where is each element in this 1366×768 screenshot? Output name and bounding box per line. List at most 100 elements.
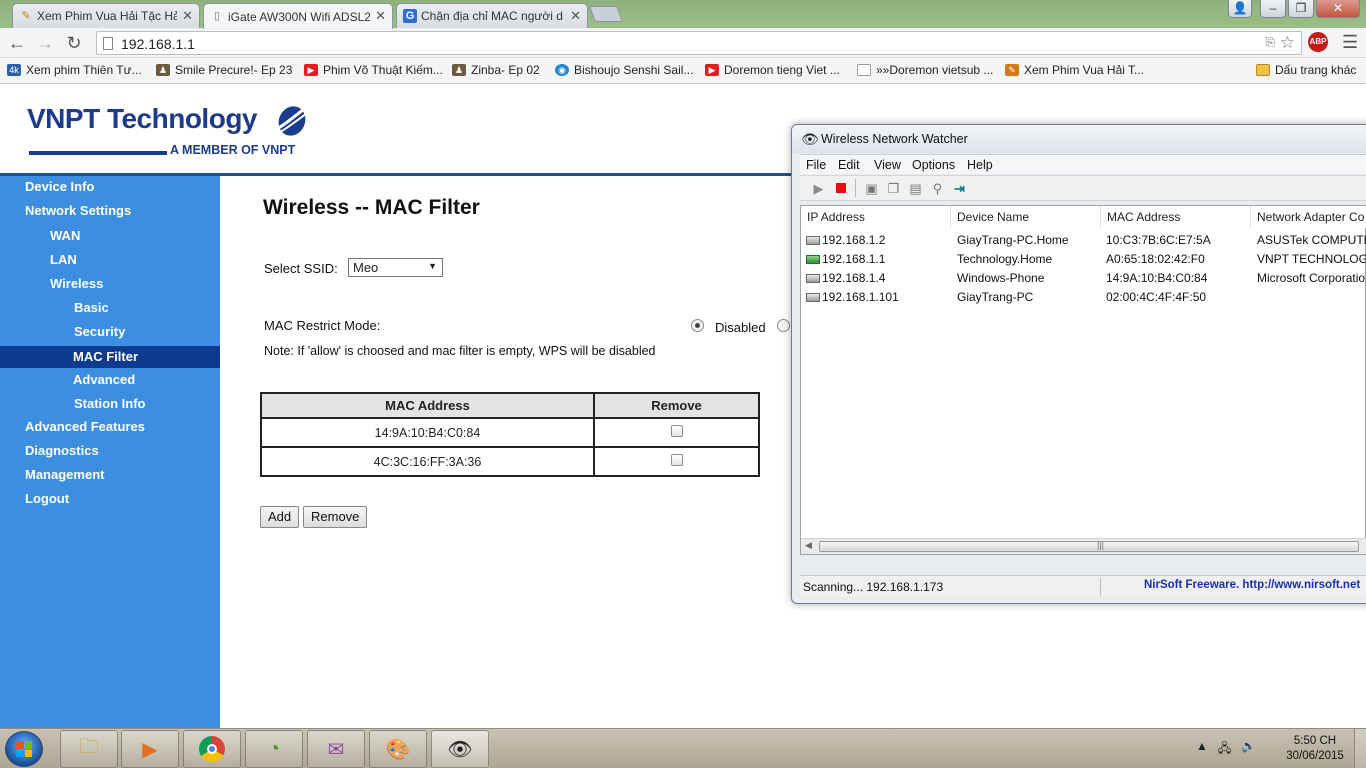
bookmark-star-icon[interactable]: ☆ — [1280, 33, 1295, 53]
forward-button[interactable]: → — [34, 32, 56, 54]
nav-station-info[interactable]: Station Info — [74, 396, 146, 411]
show-desktop-button[interactable] — [1354, 729, 1366, 768]
other-bookmarks[interactable]: Dấu trang khác — [1256, 63, 1356, 77]
nirsoft-link[interactable]: NirSoft Freeware. http://www.nirsoft.net — [1144, 579, 1360, 591]
close-tab-icon[interactable]: ✕ — [375, 8, 386, 24]
chat-icon: ✉ — [327, 738, 345, 761]
user-icon[interactable]: 👤 — [1228, 0, 1252, 18]
nav-logout[interactable]: Logout — [25, 491, 69, 506]
nav-wan[interactable]: WAN — [50, 228, 80, 243]
media-player-icon: ▶ — [142, 738, 158, 761]
start-button[interactable] — [5, 731, 43, 767]
bookmarks-bar: 4k Xem phim Thiên Tư... ♟ Smile Precure!… — [0, 58, 1366, 84]
window-title-bar[interactable]: 👁 Wireless Network Watcher — [792, 125, 1366, 153]
menu-help[interactable]: Help — [967, 158, 993, 172]
bookmark-item[interactable]: ♟ Zinba- Ep 02 — [452, 63, 540, 77]
network-watcher-taskbar-button[interactable]: 👁 — [431, 730, 489, 768]
column-header-remove: Remove — [593, 392, 760, 419]
address-bar[interactable]: 192.168.1.1 ⎘ ☆ — [96, 31, 1302, 55]
eye-icon: 👁 — [447, 738, 473, 761]
eye-icon: 👁 — [801, 131, 819, 147]
nav-security[interactable]: Security — [74, 324, 125, 339]
nav-lan[interactable]: LAN — [50, 252, 77, 267]
chat-app-taskbar-button[interactable]: ✉ — [307, 730, 365, 768]
stop-icon[interactable] — [832, 180, 849, 197]
sidebar: Device Info Network Settings WAN LAN Wir… — [0, 176, 220, 728]
table-row: 14:9A:10:B4:C0:84 — [260, 417, 760, 448]
nav-wireless[interactable]: Wireless — [50, 276, 103, 291]
explorer-taskbar-button[interactable]: 🗀 — [60, 730, 118, 768]
bookmark-item[interactable]: ◉ Bishoujo Senshi Sail... — [555, 63, 693, 77]
nav-advanced[interactable]: Advanced — [73, 372, 135, 387]
remove-checkbox[interactable] — [670, 425, 683, 437]
tab-vua-hai-tac[interactable]: ✎ Xem Phim Vua Hải Tặc Hả ✕ — [12, 3, 200, 28]
bookmark-item[interactable]: ♟ Smile Precure!- Ep 23 — [156, 63, 292, 77]
remove-cell — [593, 417, 760, 448]
menu-view[interactable]: View — [874, 158, 901, 172]
bookmark-item[interactable]: ▶ Doremon tieng Viet ... — [705, 63, 840, 77]
column-header-mac[interactable]: MAC Address — [1101, 206, 1251, 228]
restrict-mode-radio[interactable] — [777, 319, 790, 332]
remove-checkbox[interactable] — [670, 454, 683, 466]
play-icon[interactable]: ▶ — [810, 180, 827, 197]
close-tab-icon[interactable]: ✕ — [570, 8, 581, 24]
menu-options[interactable]: Options — [912, 158, 955, 172]
wireless-network-watcher-window: 👁 Wireless Network Watcher File Edit Vie… — [791, 124, 1366, 604]
bookmark-item[interactable]: 4k Xem phim Thiên Tư... — [7, 63, 142, 77]
restore-button[interactable]: ❐ — [1288, 0, 1314, 18]
volume-icon[interactable]: 🔊 — [1241, 739, 1256, 760]
menu-edit[interactable]: Edit — [838, 158, 860, 172]
bookmark-item[interactable]: »»Doremon vietsub ... — [857, 63, 993, 77]
device-list: IP Address Device Name MAC Address Netwo… — [800, 205, 1366, 555]
network-icon[interactable]: 🖧 — [1218, 739, 1231, 760]
find-icon[interactable]: ⚲ — [929, 180, 946, 197]
minimize-button[interactable]: – — [1260, 0, 1286, 18]
adblock-icon[interactable]: ABP — [1308, 32, 1328, 52]
wps-note: Note: If 'allow' is choosed and mac filt… — [264, 344, 656, 358]
show-hidden-icons[interactable]: ▲ — [1196, 739, 1208, 760]
chrome-taskbar-button[interactable] — [183, 730, 241, 768]
bookmark-item[interactable]: ▶ Phim Võ Thuật Kiếm... — [304, 63, 443, 77]
new-tab-button[interactable] — [589, 6, 623, 22]
copy-icon[interactable]: ❐ — [885, 180, 902, 197]
nav-advanced-features[interactable]: Advanced Features — [25, 419, 145, 434]
nav-network-settings[interactable]: Network Settings — [25, 203, 131, 218]
scroll-left-icon[interactable]: ◀ — [805, 540, 812, 551]
folder-icon — [1256, 64, 1270, 76]
menu-file[interactable]: File — [806, 158, 826, 172]
reload-button[interactable]: ↻ — [63, 32, 85, 54]
tab-igate-router[interactable]: ▯ iGate AW300N Wifi ADSL2 ✕ — [203, 3, 393, 29]
chrome-menu-icon[interactable]: ☰ — [1342, 32, 1358, 53]
close-tab-icon[interactable]: ✕ — [182, 8, 193, 24]
ssid-select[interactable]: Meo ▼ — [348, 258, 443, 277]
save-icon[interactable]: ▣ — [863, 180, 880, 197]
status-bar: Scanning... 192.168.1.173 NirSoft Freewa… — [800, 575, 1366, 597]
translate-icon[interactable]: ⎘ — [1265, 35, 1275, 50]
exit-icon[interactable]: ⇥ — [951, 180, 968, 197]
coccoc-taskbar-button[interactable]: ◔ — [245, 730, 303, 768]
close-window-button[interactable]: ✕ — [1316, 0, 1360, 18]
paint-taskbar-button[interactable]: 🎨 — [369, 730, 427, 768]
column-header-device-name[interactable]: Device Name — [951, 206, 1101, 228]
remove-button[interactable]: Remove — [303, 506, 368, 528]
computer-icon — [806, 236, 820, 245]
nav-diagnostics[interactable]: Diagnostics — [25, 443, 99, 458]
add-button[interactable]: Add — [260, 506, 300, 528]
column-header-ip[interactable]: IP Address — [801, 206, 951, 228]
nav-management[interactable]: Management — [25, 467, 104, 482]
tab-chan-dia-chi-mac[interactable]: G Chặn địa chỉ MAC người d ✕ — [396, 3, 588, 28]
media-player-taskbar-button[interactable]: ▶ — [121, 730, 179, 768]
nav-mac-filter[interactable]: MAC Filter — [0, 346, 220, 368]
scroll-thumb[interactable] — [819, 541, 1359, 552]
clock[interactable]: 5:50 CH 30/06/2015 — [1282, 734, 1348, 764]
back-button[interactable]: ← — [6, 32, 28, 54]
user-avatar-icon: ♟ — [156, 64, 170, 76]
horizontal-scrollbar[interactable]: ◀ ||| — [801, 538, 1366, 554]
nav-basic[interactable]: Basic — [74, 300, 109, 315]
browser-toolbar: ← → ↻ 192.168.1.1 ⎘ ☆ ABP ☰ — [0, 28, 1366, 58]
column-header-adapter[interactable]: Network Adapter Co — [1251, 206, 1366, 228]
bookmark-item[interactable]: ✎ Xem Phim Vua Hải T... — [1005, 63, 1144, 77]
restrict-disabled-radio[interactable] — [691, 319, 704, 332]
nav-device-info[interactable]: Device Info — [25, 179, 94, 194]
properties-icon[interactable]: ▤ — [907, 180, 924, 197]
